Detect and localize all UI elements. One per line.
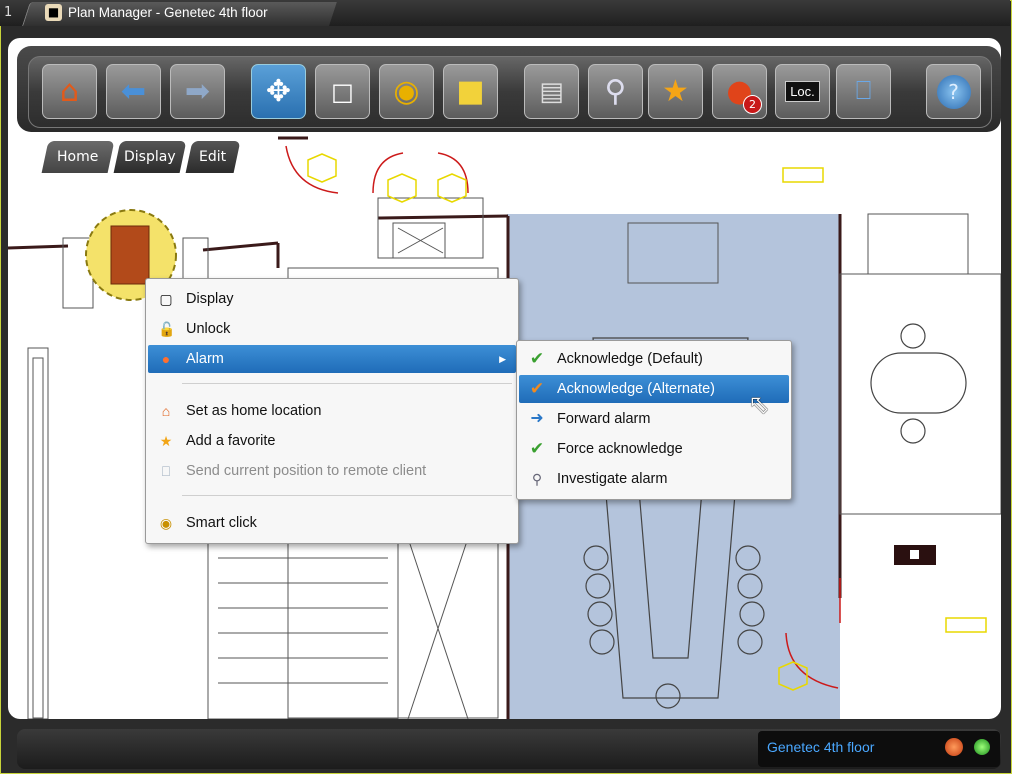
remote-button[interactable]: ⎕ <box>836 64 891 119</box>
forward-button[interactable]: ➡ <box>170 64 225 119</box>
eye-icon: ◉ <box>159 515 173 531</box>
star-icon: ★ <box>662 74 689 109</box>
forward-icon: ➜ <box>530 410 544 427</box>
check-icon: ✔ <box>529 379 545 398</box>
help-icon: ? <box>936 74 971 109</box>
eye-icon: ◉ <box>393 74 420 109</box>
star-icon: ★ <box>159 433 173 449</box>
menu-item-send-position: ⎕ Send current position to remote client <box>148 457 516 485</box>
tab-number: 1 <box>4 5 13 20</box>
network-icon: ⎕ <box>855 76 872 106</box>
submenu-arrow-icon: ▶ <box>499 354 506 364</box>
plan-manager-icon: ■ <box>45 4 62 21</box>
network-icon: ⎕ <box>161 463 171 479</box>
layers-button[interactable]: ▤ <box>524 64 579 119</box>
force-check-icon: ✔ <box>529 439 545 458</box>
search-button[interactable]: ⚲ <box>588 64 643 119</box>
home-button[interactable]: ⌂ <box>42 64 97 119</box>
menu-item-unlock[interactable]: 🔓 Unlock <box>148 315 516 343</box>
title-bar: 1 ■ Plan Manager - Genetec 4th floor <box>0 0 1010 26</box>
menu-item-display[interactable]: ▢ Display <box>148 285 516 313</box>
menu-item-smart-click[interactable]: ◉ Smart click <box>148 509 516 537</box>
pan-button[interactable]: ✥ <box>251 64 306 119</box>
tab-display[interactable]: Display <box>113 141 187 173</box>
search-icon: ⚲ <box>531 471 543 487</box>
menu-separator <box>182 495 512 496</box>
alarm-icon: ● <box>161 351 171 367</box>
check-icon: ✔ <box>529 349 545 368</box>
lock-icon: 🔓 <box>158 321 176 337</box>
home-icon: ⌂ <box>59 74 80 109</box>
context-menu: ▢ Display 🔓 Unlock ● Alarm ▶ ⌂ Set as ho… <box>145 278 519 544</box>
help-button[interactable]: ? <box>926 64 981 119</box>
tab-home[interactable]: Home <box>41 141 115 173</box>
alarm-status-icon[interactable] <box>945 738 963 756</box>
current-location-label: Genetec 4th floor <box>767 739 875 755</box>
select-button[interactable]: □ <box>315 64 370 119</box>
sticky-note-icon: ■ <box>456 74 485 109</box>
arrow-right-icon: ➡ <box>184 74 211 109</box>
favorite-button[interactable]: ★ <box>648 64 703 119</box>
move-icon: ✥ <box>265 74 292 109</box>
tab-edit[interactable]: Edit <box>185 141 241 173</box>
menu-item-add-favorite[interactable]: ★ Add a favorite <box>148 427 516 455</box>
monitor-icon: Loc. <box>785 81 820 102</box>
select-icon: □ <box>331 77 354 106</box>
back-button[interactable]: ⬅ <box>106 64 161 119</box>
note-button[interactable]: ■ <box>443 64 498 119</box>
home-icon: ⌂ <box>161 403 171 419</box>
submenu-item-investigate-alarm[interactable]: ⚲ Investigate alarm <box>519 465 789 493</box>
menu-item-alarm[interactable]: ● Alarm ▶ <box>148 345 516 373</box>
connection-status-icon <box>974 739 990 755</box>
location-button[interactable]: Loc. <box>775 64 830 119</box>
mouse-cursor-icon: ⬁ <box>748 390 770 420</box>
alarm-submenu: ✔ Acknowledge (Default) ✔ Acknowledge (A… <box>516 340 792 500</box>
layers-icon: ▤ <box>539 76 564 107</box>
alarms-button[interactable]: ● 2 <box>712 64 767 119</box>
window-title: Plan Manager - Genetec 4th floor <box>68 5 268 20</box>
camera-icon: ▢ <box>159 291 173 307</box>
arrow-left-icon: ⬅ <box>120 74 147 109</box>
submenu-item-force-acknowledge[interactable]: ✔ Force acknowledge <box>519 435 789 463</box>
search-icon: ⚲ <box>604 74 627 109</box>
menu-separator <box>182 383 512 384</box>
smart-click-button[interactable]: ◉ <box>379 64 434 119</box>
submenu-item-acknowledge-default[interactable]: ✔ Acknowledge (Default) <box>519 345 789 373</box>
menu-item-set-home[interactable]: ⌂ Set as home location <box>148 397 516 425</box>
alarm-count-badge: 2 <box>743 95 762 114</box>
